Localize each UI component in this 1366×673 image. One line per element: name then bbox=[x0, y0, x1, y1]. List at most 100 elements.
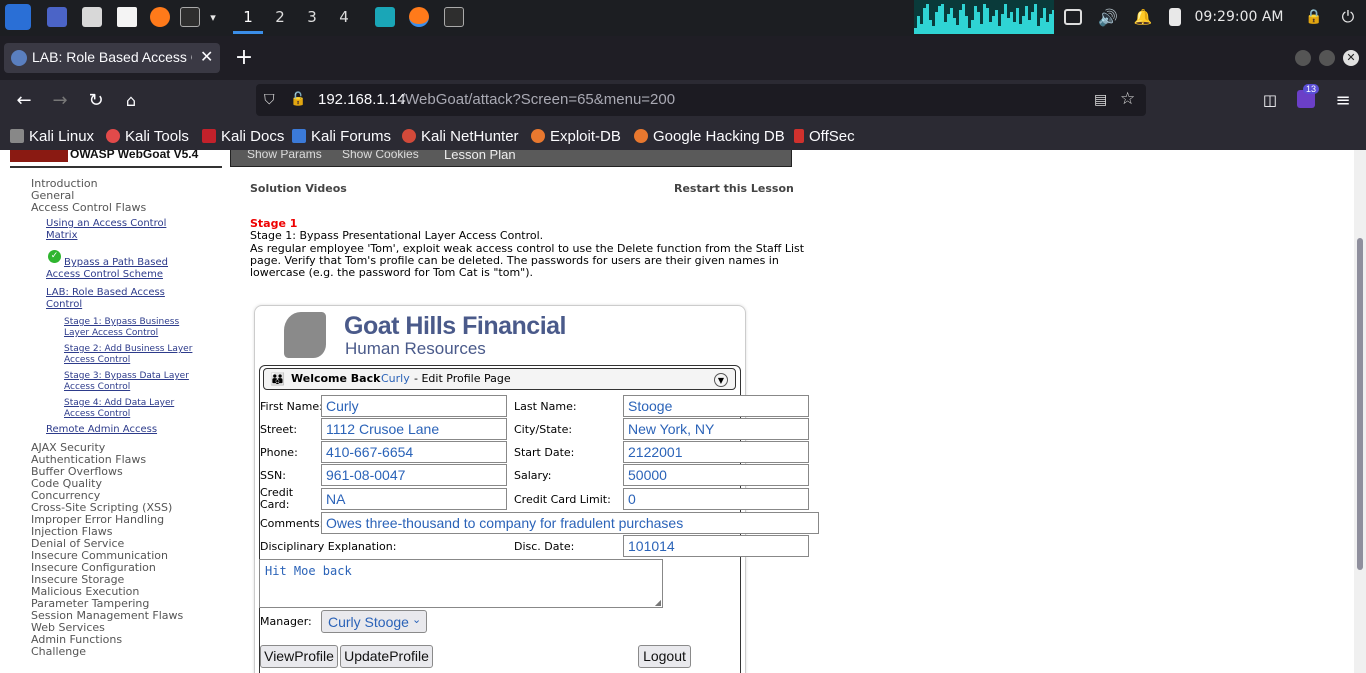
monitor-icon[interactable] bbox=[1064, 9, 1082, 25]
back-icon[interactable]: ← bbox=[14, 83, 34, 117]
last-name-field[interactable]: Stooge bbox=[623, 395, 809, 417]
workspace-3[interactable]: 3 bbox=[297, 0, 327, 34]
close-tab-icon[interactable]: ✕ bbox=[200, 47, 213, 67]
insecure-lock-icon[interactable]: 🔓 bbox=[290, 91, 306, 107]
notification-bell-icon[interactable]: 🔔 bbox=[1132, 0, 1154, 34]
manager-select[interactable]: Curly Stooge ⌄ bbox=[321, 610, 427, 633]
workspace-4[interactable]: 4 bbox=[329, 0, 359, 34]
workspace-1[interactable]: 1 bbox=[233, 0, 263, 34]
street-field[interactable]: 1112 Crusoe Lane bbox=[321, 418, 507, 440]
disc-date-label: Disc. Date: bbox=[514, 540, 575, 553]
bookmark-star-icon[interactable]: ☆ bbox=[1120, 89, 1135, 109]
nav-category[interactable]: Challenge bbox=[31, 646, 183, 658]
bookmark-label: Kali Linux bbox=[29, 127, 95, 145]
salary-label: Salary: bbox=[514, 469, 552, 482]
nav-item-line: Access Control bbox=[64, 382, 131, 392]
collapse-icon[interactable]: ▼ bbox=[714, 373, 728, 387]
bookmark-offsec[interactable]: OffSec bbox=[794, 126, 855, 146]
burp-icon[interactable] bbox=[375, 7, 395, 27]
terminal-window-icon[interactable] bbox=[444, 7, 464, 27]
chevron-down-icon[interactable]: ▾ bbox=[206, 0, 220, 34]
nav-stage-1[interactable]: Stage 1: Bypass Business Layer Access Con… bbox=[64, 317, 179, 339]
reload-icon[interactable]: ↻ bbox=[86, 83, 106, 117]
nav-stage-3[interactable]: Stage 3: Bypass Data Layer Access Control bbox=[64, 371, 189, 393]
welcome-user: Curly bbox=[381, 372, 410, 385]
page-scrollbar[interactable] bbox=[1354, 150, 1366, 673]
forward-icon[interactable]: → bbox=[50, 83, 70, 117]
scrollbar-thumb[interactable] bbox=[1357, 238, 1363, 570]
credit-card-field[interactable]: NA bbox=[321, 488, 507, 510]
shield-icon[interactable]: ⛉ bbox=[264, 91, 275, 108]
nav-remote-admin-access[interactable]: Remote Admin Access bbox=[46, 424, 157, 435]
first-name-field[interactable]: Curly bbox=[321, 395, 507, 417]
maximize-window-icon[interactable] bbox=[1319, 50, 1335, 66]
nav-lab-role-based[interactable]: LAB: Role Based Access Control bbox=[46, 287, 165, 311]
battery-icon[interactable] bbox=[1169, 8, 1181, 26]
workspace-2[interactable]: 2 bbox=[265, 0, 295, 34]
new-tab-icon[interactable]: + bbox=[234, 40, 254, 74]
text-editor-icon[interactable] bbox=[117, 7, 137, 27]
menu-icon[interactable]: ≡ bbox=[1333, 83, 1353, 117]
restart-lesson-link[interactable]: Restart this Lesson bbox=[674, 182, 794, 195]
salary-field[interactable]: 50000 bbox=[623, 464, 809, 486]
start-date-field[interactable]: 2122001 bbox=[623, 441, 809, 463]
nethunter-icon bbox=[402, 129, 416, 143]
desktop-icon[interactable] bbox=[47, 7, 67, 27]
clock[interactable]: 09:29:00 AM bbox=[1193, 0, 1285, 34]
bookmark-google-hacking-db[interactable]: Google Hacking DB bbox=[634, 126, 785, 146]
nav-bypass-path-based[interactable]: Bypass a Path Based Access Control Schem… bbox=[46, 257, 168, 281]
favicon-icon bbox=[11, 50, 27, 66]
terminal-icon[interactable] bbox=[180, 7, 200, 27]
volume-icon[interactable]: 🔊 bbox=[1097, 0, 1119, 34]
reader-view-icon[interactable]: ▤ bbox=[1094, 91, 1107, 108]
minimize-window-icon[interactable] bbox=[1295, 50, 1311, 66]
bookmark-kali-tools[interactable]: Kali Tools bbox=[106, 126, 189, 146]
update-profile-button[interactable]: UpdateProfile bbox=[340, 645, 433, 668]
nav-item-line: Using an Access Control bbox=[46, 218, 167, 229]
pocket-icon[interactable]: ◫ bbox=[1260, 83, 1280, 117]
solution-videos-link[interactable]: Solution Videos bbox=[250, 182, 347, 195]
bookmark-kali-linux[interactable]: Kali Linux bbox=[10, 126, 94, 146]
nav-access-control-flaws[interactable]: Access Control Flaws bbox=[31, 201, 146, 214]
nav-item-line: Stage 4: Add Data Layer bbox=[64, 398, 175, 408]
ssn-field[interactable]: 961-08-0047 bbox=[321, 464, 507, 486]
close-window-icon[interactable]: ✕ bbox=[1343, 50, 1359, 66]
instructions-line-3: lowercase (e.g. the password for Tom Cat… bbox=[250, 266, 534, 279]
manager-select-value: Curly Stooge bbox=[328, 614, 409, 630]
bookmark-label: Exploit-DB bbox=[550, 127, 621, 145]
disc-date-field[interactable]: 101014 bbox=[623, 535, 809, 557]
disc-explanation-textarea[interactable]: Hit Moe back ◢ bbox=[259, 559, 663, 608]
file-manager-icon[interactable] bbox=[82, 7, 102, 27]
city-state-field[interactable]: New York, NY bbox=[623, 418, 809, 440]
bookmark-label: Google Hacking DB bbox=[653, 127, 785, 145]
credit-card-limit-field[interactable]: 0 bbox=[623, 488, 809, 510]
lock-icon[interactable]: 🔒 bbox=[1304, 0, 1324, 34]
kali-menu-icon[interactable] bbox=[5, 4, 31, 30]
nav-stage-4[interactable]: Stage 4: Add Data Layer Access Control bbox=[64, 398, 174, 420]
firefox-icon[interactable] bbox=[150, 7, 170, 27]
url-bar[interactable]: ⛉ 🔓 192.168.1.14 /WebGoat/attack?Screen=… bbox=[256, 84, 1146, 116]
start-date-label: Start Date: bbox=[514, 446, 575, 459]
nav-item-line: Access Control Scheme bbox=[46, 269, 163, 280]
tab-title: LAB: Role Based Access C bbox=[32, 49, 192, 65]
browser-tab[interactable]: LAB: Role Based Access C ✕ bbox=[4, 43, 220, 73]
view-profile-button[interactable]: ViewProfile bbox=[260, 645, 338, 668]
logo-text: OWASP WebGoat V5.4 bbox=[70, 150, 199, 161]
bookmark-exploit-db[interactable]: Exploit-DB bbox=[531, 126, 621, 146]
bookmark-kali-nethunter[interactable]: Kali NetHunter bbox=[402, 126, 519, 146]
comments-field[interactable]: Owes three-thousand to company for fradu… bbox=[321, 512, 819, 534]
bookmark-kali-forums[interactable]: Kali Forums bbox=[292, 126, 391, 146]
phone-field[interactable]: 410-667-6654 bbox=[321, 441, 507, 463]
lesson-plan-link[interactable]: Lesson Plan bbox=[444, 150, 516, 162]
nav-stage-2[interactable]: Stage 2: Add Business Layer Access Contro… bbox=[64, 344, 192, 366]
nav-item-line: Stage 1: Bypass Business bbox=[64, 317, 180, 327]
show-cookies-link[interactable]: Show Cookies bbox=[342, 150, 419, 161]
bookmark-kali-docs[interactable]: Kali Docs bbox=[202, 126, 284, 146]
logout-button[interactable]: Logout bbox=[638, 645, 691, 668]
home-icon[interactable]: ⌂ bbox=[121, 83, 141, 117]
firefox-window-icon[interactable] bbox=[409, 7, 429, 27]
nav-using-access-control-matrix[interactable]: Using an Access Control Matrix bbox=[46, 218, 166, 242]
power-icon[interactable]: ⏻ bbox=[1338, 0, 1358, 34]
resize-handle-icon[interactable]: ◢ bbox=[655, 598, 661, 607]
show-params-link[interactable]: Show Params bbox=[247, 150, 322, 161]
